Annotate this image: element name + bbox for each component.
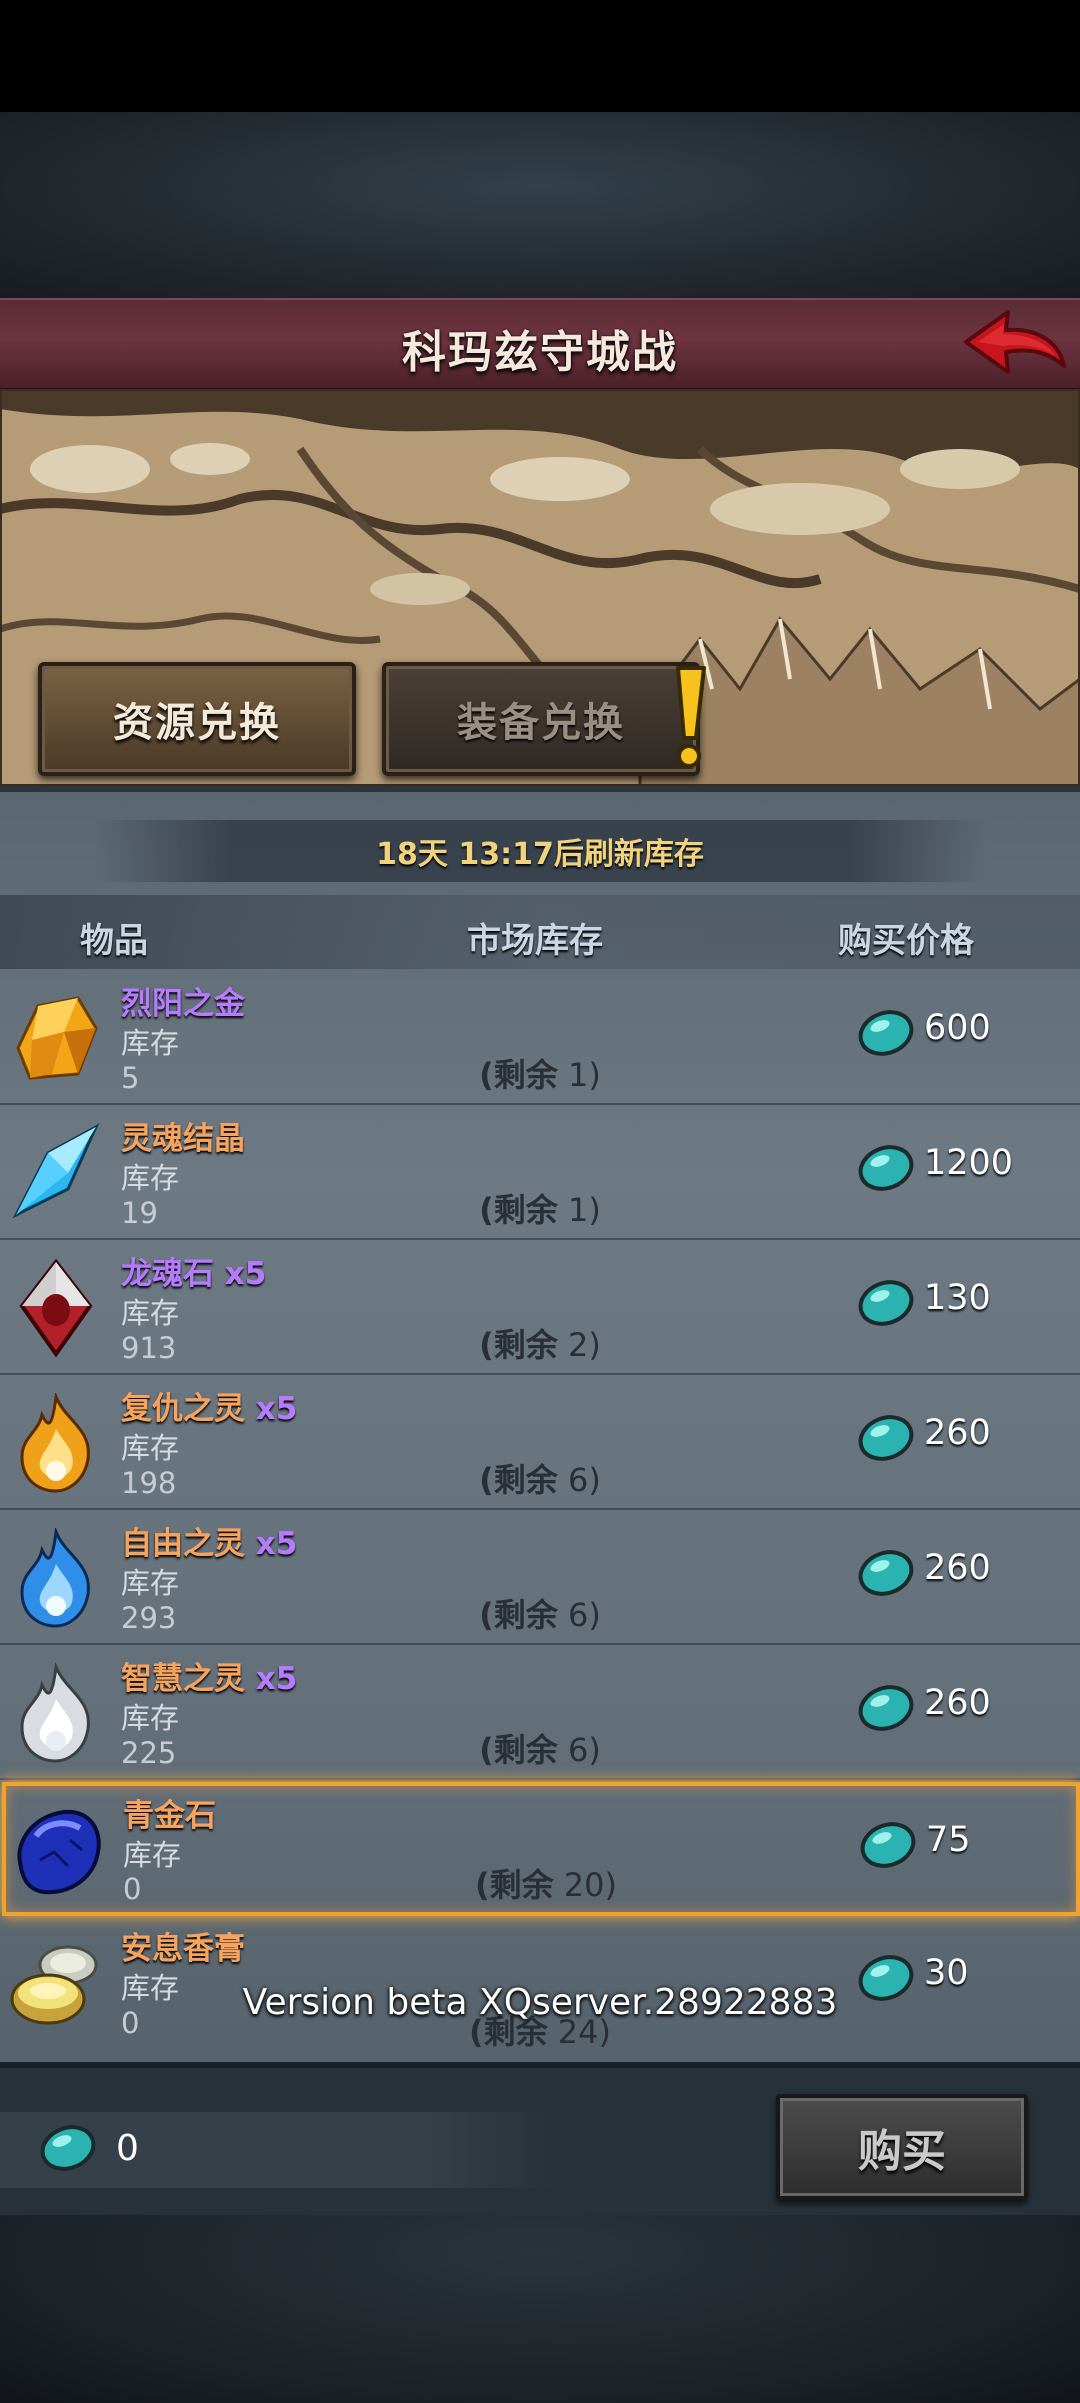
tab-resource-exchange[interactable]: 资源兑换 [38, 662, 356, 776]
stock-value: 198 [121, 1466, 177, 1500]
item-row-selected[interactable]: 青金石 库存 0 (剩余 20) 75 [2, 1782, 1080, 1916]
top-background [0, 112, 1080, 298]
teal-gem-icon [858, 1145, 914, 1191]
item-name: 烈阳之金 [121, 986, 245, 1022]
remaining-count: (剩余 20) [474, 1866, 617, 1904]
remaining-count: (剩余 6) [479, 1731, 601, 1769]
price-value: 260 [924, 1683, 991, 1723]
stock-label: 库存 [121, 1161, 180, 1195]
stock-value: 19 [121, 1196, 158, 1230]
stock-label: 库存 [121, 1566, 180, 1600]
price-value: 260 [924, 1548, 991, 1588]
item-name: 智慧之灵 x5 [121, 1661, 298, 1697]
remaining-count: (剩余 6) [479, 1596, 601, 1634]
version-overlay: Version beta XQserver.28922883 [242, 1982, 838, 2023]
item-row[interactable]: 安息香膏 库存 0 (剩余 24) 30 [0, 1915, 1080, 2051]
teal-gem-icon [858, 1280, 914, 1326]
stock-value: 5 [121, 1061, 140, 1095]
price-value: 600 [924, 1008, 991, 1048]
lapis-stone-icon [17, 1809, 101, 1895]
item-name: 自由之灵 x5 [121, 1526, 298, 1562]
item-name: 青金石 [123, 1798, 216, 1834]
stock-label: 库存 [123, 1838, 182, 1872]
teal-gem-icon [40, 2125, 96, 2171]
item-row[interactable]: 灵魂结晶 库存 19 (剩余 1) 1200 [0, 1105, 1080, 1240]
teal-gem-icon [858, 1010, 914, 1056]
tab-equipment-exchange[interactable]: 装备兑换 [382, 662, 700, 776]
refresh-timer: 18天 13:17后刷新库存 [95, 820, 985, 882]
teal-gem-icon [860, 1822, 916, 1868]
bottom-background [0, 2215, 1080, 2403]
item-name: 龙魂石 x5 [121, 1256, 267, 1292]
page-title: 科玛兹守城战 [402, 327, 678, 378]
price-value: 75 [926, 1820, 971, 1860]
gold-crystal-icon [16, 996, 98, 1080]
teal-gem-icon [858, 1415, 914, 1461]
stock-label: 库存 [121, 1701, 180, 1735]
stock-value: 293 [121, 1601, 177, 1635]
column-item: 物品 [80, 921, 148, 961]
item-row[interactable]: 烈阳之金 库存 5 (剩余 1) 600 [0, 970, 1080, 1105]
stock-value: 913 [121, 1331, 177, 1365]
buy-button[interactable]: 购买 [776, 2094, 1028, 2200]
item-row[interactable]: 龙魂石 x5 库存 913 (剩余 2) 130 [0, 1240, 1080, 1375]
remaining-count: (剩余 1) [479, 1056, 601, 1094]
stock-value: 225 [121, 1736, 177, 1770]
item-row[interactable]: 复仇之灵 x5 库存 198 (剩余 6) 260 [0, 1375, 1080, 1510]
item-name: 复仇之灵 x5 [121, 1391, 298, 1427]
teal-gem-icon [858, 1685, 914, 1731]
stock-label: 库存 [121, 1026, 180, 1060]
white-spirit-icon [20, 1663, 90, 1763]
remaining-count: (剩余 6) [479, 1461, 601, 1499]
title-bar: 科玛兹守城战 [0, 298, 1080, 391]
exclamation-alert-icon [676, 666, 706, 768]
status-bar-area [0, 0, 1080, 112]
fire-spirit-icon [20, 1393, 90, 1493]
item-name: 安息香膏 [121, 1931, 245, 1967]
back-arrow-icon[interactable] [960, 302, 1070, 386]
column-price: 购买价格 [838, 921, 974, 961]
stock-label: 库存 [121, 1296, 180, 1330]
blue-spirit-icon [20, 1528, 90, 1628]
dragon-soul-stone-icon [19, 1258, 93, 1358]
stock-value: 0 [123, 1872, 142, 1906]
table-header: 物品 市场库存 购买价格 [0, 895, 1080, 969]
teal-gem-icon [858, 1550, 914, 1596]
item-row[interactable]: 智慧之灵 x5 库存 225 (剩余 6) 260 [0, 1645, 1080, 1780]
currency-value: 0 [116, 2128, 139, 2169]
price-value: 260 [924, 1413, 991, 1453]
soul-crystal-icon [12, 1123, 100, 1219]
price-value: 130 [924, 1278, 991, 1318]
item-row[interactable]: 自由之灵 x5 库存 293 (剩余 6) 260 [0, 1510, 1080, 1645]
item-name: 灵魂结晶 [121, 1121, 245, 1157]
column-market-stock: 市场库存 [467, 921, 603, 961]
price-value: 1200 [924, 1143, 1014, 1183]
remaining-count: (剩余 1) [479, 1191, 601, 1229]
stock-label: 库存 [121, 1431, 180, 1465]
remaining-count: (剩余 2) [479, 1326, 601, 1364]
